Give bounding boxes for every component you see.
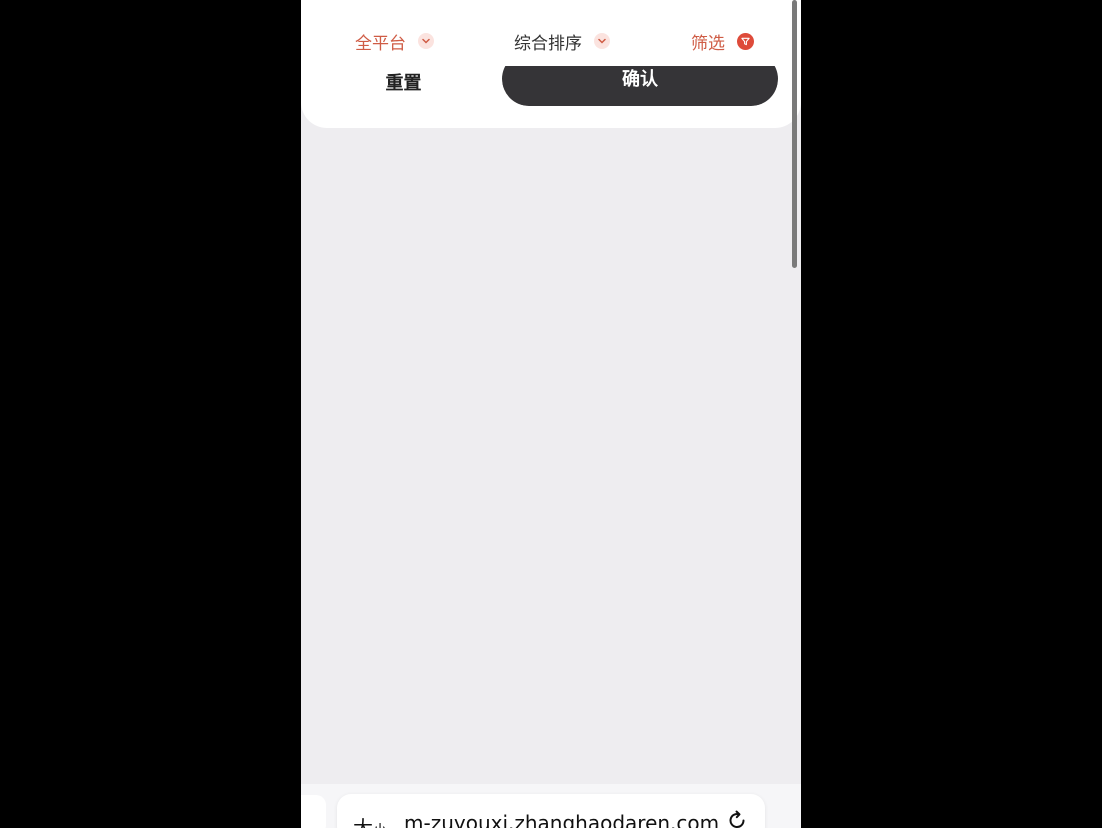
url-text[interactable]: m-zuyouxi.zhanghaodaren.com [404,811,719,828]
filter-bar: 全平台 综合排序 筛选 [301,0,801,66]
text-size-big-label: 大 [353,816,373,828]
platform-filter-label: 全平台 [355,33,406,54]
previous-tab[interactable] [301,795,326,828]
text-size-button[interactable]: 大小 [353,812,387,828]
screen-filter-label: 筛选 [691,33,725,54]
funnel-icon [737,32,754,50]
reset-button-label: 重置 [385,73,422,94]
platform-filter[interactable]: 全平台 [355,28,434,54]
confirm-button-label: 确认 [622,69,658,90]
text-size-small-label: 小 [373,823,387,828]
phone-screen: 全平台 综合排序 筛选 重置 确认 大 m-zuyouxi.zhanghaoda… [301,0,801,828]
sort-filter[interactable]: 综合排序 [514,28,610,54]
address-bar[interactable]: 大小 m-zuyouxi.zhanghaodaren.com [337,794,765,828]
reload-icon[interactable] [725,808,749,828]
chevron-down-icon [418,33,434,49]
chevron-down-icon [594,33,610,49]
screen-filter[interactable]: 筛选 [691,28,754,54]
sort-filter-label: 综合排序 [514,33,582,54]
filter-panel: 全平台 综合排序 筛选 重置 确认 [301,0,801,128]
scrollbar[interactable] [792,0,797,268]
reset-button[interactable]: 重置 [331,60,476,104]
browser-toolbar: 大小 m-zuyouxi.zhanghaodaren.com [301,784,801,828]
